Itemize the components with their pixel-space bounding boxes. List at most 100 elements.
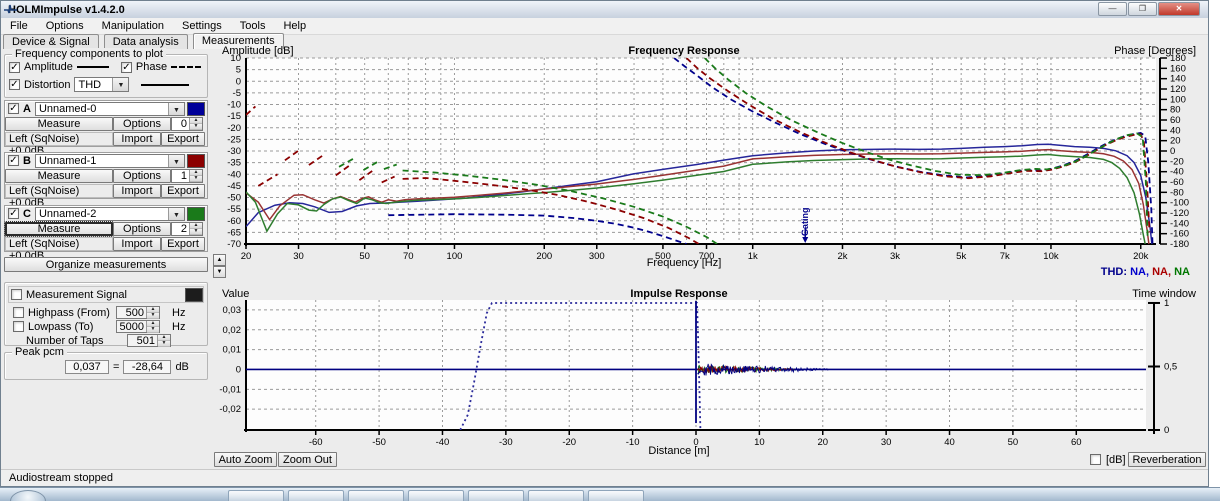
peak-pcm-group: Peak pcm 0,037 = -28,64 dB — [4, 352, 208, 380]
dropdown-arrow-icon: ▼ — [168, 103, 184, 115]
lowpass-field[interactable]: 5000 ▲▼ — [116, 320, 160, 333]
impulse-response-chart[interactable]: 0,030,020,010-0,01-0,02-60-50-40-30-20-1… — [212, 284, 1208, 460]
title-bar[interactable]: HOLMImpulse v1.4.2.0 — ❐ ✕ — [1, 1, 1208, 19]
channel-a-measure-button[interactable]: Measure — [5, 117, 113, 131]
distortion-type-select[interactable]: THD ▼ — [74, 77, 129, 92]
windows-taskbar[interactable] — [0, 487, 1220, 501]
channel-a-name-select[interactable]: Unnamed-0 ▼ — [35, 102, 185, 116]
channel-c-block: ✓ C Unnamed-2 ▼ Measure Options 2 ▲▼ — [4, 205, 208, 252]
svg-text:10: 10 — [230, 53, 241, 64]
minimize-button[interactable]: — — [1098, 2, 1127, 16]
svg-text:1: 1 — [1164, 298, 1169, 309]
spin-down-icon[interactable]: ▼ — [190, 124, 202, 130]
distortion-line-sample — [141, 84, 189, 86]
amplitude-axis-spinner[interactable]: ▲ ▼ — [213, 254, 226, 278]
thd-value-b: NA, — [1152, 266, 1171, 278]
channel-b-options-button[interactable]: Options — [113, 169, 171, 183]
menu-options[interactable]: Options — [37, 19, 93, 33]
taskbar-app-button[interactable] — [348, 490, 404, 501]
spin-down-icon[interactable]: ▼ — [190, 229, 202, 235]
channel-b-checkbox[interactable]: ✓ — [8, 155, 19, 166]
channel-b-measure-button[interactable]: Measure — [5, 169, 113, 183]
dropdown-arrow-icon: ▼ — [168, 155, 184, 167]
peak-pcm-title: Peak pcm — [12, 346, 67, 358]
spin-down-icon[interactable]: ▼ — [213, 266, 226, 278]
channel-b-color-swatch[interactable] — [187, 154, 205, 168]
frequency-response-chart[interactable]: 1050-5-10-15-20-25-30-35-40-45-50-55-60-… — [212, 40, 1208, 282]
channel-c-measure-button[interactable]: Measure — [5, 222, 113, 236]
zoom-out-button[interactable]: Zoom Out — [278, 452, 337, 467]
svg-text:-0,02: -0,02 — [219, 404, 241, 415]
phase-label: Phase — [136, 61, 167, 73]
channel-a-import-button[interactable]: Import — [113, 132, 161, 146]
taskbar-app-button[interactable] — [228, 490, 284, 501]
amplitude-checkbox[interactable]: ✓ — [9, 62, 20, 73]
tab-data-analysis[interactable]: Data analysis — [104, 34, 188, 49]
svg-text:-35: -35 — [227, 158, 241, 169]
svg-text:0,01: 0,01 — [223, 345, 242, 356]
highpass-label: Highpass (From) — [28, 307, 112, 319]
taps-field[interactable]: 501 ▲▼ — [127, 334, 171, 347]
channel-c-name-select[interactable]: Unnamed-2 ▼ — [35, 207, 185, 221]
peak-pcm-db-value: -28,64 — [123, 360, 171, 374]
svg-text:-30: -30 — [227, 146, 241, 157]
channel-a-checkbox[interactable]: ✓ — [8, 103, 19, 114]
channel-c-options-button[interactable]: Options — [113, 222, 171, 236]
tab-device-signal[interactable]: Device & Signal — [3, 34, 99, 49]
menu-tools[interactable]: Tools — [231, 19, 275, 33]
reverberation-button[interactable]: Reverberation — [1128, 452, 1206, 467]
channel-a-color-swatch[interactable] — [187, 102, 205, 116]
channel-b-import-button[interactable]: Import — [113, 184, 161, 198]
spin-down-icon[interactable]: ▼ — [190, 176, 202, 182]
taskbar-app-icon — [489, 493, 503, 500]
channel-c-export-button[interactable]: Export — [161, 237, 205, 251]
channel-b-name-select[interactable]: Unnamed-1 ▼ — [35, 154, 185, 168]
channel-c-import-button[interactable]: Import — [113, 237, 161, 251]
channel-b-export-button[interactable]: Export — [161, 184, 205, 198]
thd-value-a: NA, — [1130, 266, 1149, 278]
channel-a-spinner[interactable]: 0 ▲▼ — [171, 117, 203, 131]
channel-c-color-swatch[interactable] — [187, 207, 205, 221]
channel-b-spinner[interactable]: 1 ▲▼ — [171, 169, 203, 183]
organize-measurements-button[interactable]: Organize measurements — [4, 257, 208, 272]
svg-text:-50: -50 — [227, 193, 241, 204]
svg-text:0,02: 0,02 — [223, 325, 242, 336]
distortion-label: Distortion — [24, 79, 70, 91]
channel-c-spinner[interactable]: 2 ▲▼ — [171, 222, 203, 236]
svg-text:-0,01: -0,01 — [219, 384, 241, 395]
menu-settings[interactable]: Settings — [173, 19, 231, 33]
highpass-field[interactable]: 500 ▲▼ — [116, 306, 160, 319]
menu-file[interactable]: File — [1, 19, 37, 33]
lowpass-checkbox[interactable] — [13, 321, 24, 332]
amplitude-label: Amplitude — [24, 61, 73, 73]
svg-text:0,03: 0,03 — [223, 305, 242, 316]
highpass-checkbox[interactable] — [13, 307, 24, 318]
menu-help[interactable]: Help — [274, 19, 315, 33]
taskbar-app-button[interactable] — [588, 490, 644, 501]
taskbar-app-button[interactable] — [528, 490, 584, 501]
channel-a-options-button[interactable]: Options — [113, 117, 171, 131]
measurement-signal-label: Measurement Signal — [26, 289, 181, 301]
taskbar-app-button[interactable] — [408, 490, 464, 501]
svg-text:-55: -55 — [227, 204, 241, 215]
spin-up-icon[interactable]: ▲ — [213, 254, 226, 266]
thd-readout: THD: NA, NA, NA — [1000, 266, 1190, 278]
measurement-signal-color-swatch[interactable] — [185, 288, 203, 302]
phase-checkbox[interactable]: ✓ — [121, 62, 132, 73]
close-button[interactable]: ✕ — [1158, 2, 1200, 16]
distortion-checkbox[interactable]: ✓ — [9, 79, 20, 90]
auto-zoom-button[interactable]: Auto Zoom — [214, 452, 277, 467]
db-scale-checkbox[interactable] — [1090, 454, 1101, 465]
restore-button[interactable]: ❐ — [1128, 2, 1157, 16]
taskbar-app-button[interactable] — [468, 490, 524, 501]
measurement-signal-checkbox[interactable] — [11, 289, 22, 300]
channel-c-checkbox[interactable]: ✓ — [8, 208, 19, 219]
menu-manipulation[interactable]: Manipulation — [93, 19, 173, 33]
channel-a-letter: A — [23, 103, 31, 115]
channel-b-block: ✓ B Unnamed-1 ▼ Measure Options 1 ▲▼ — [4, 152, 208, 199]
db-scale-label: [dB] — [1106, 454, 1126, 466]
taskbar-app-button[interactable] — [288, 490, 344, 501]
start-orb-icon[interactable] — [10, 490, 46, 501]
phase-line-sample — [171, 66, 201, 68]
channel-a-export-button[interactable]: Export — [161, 132, 205, 146]
